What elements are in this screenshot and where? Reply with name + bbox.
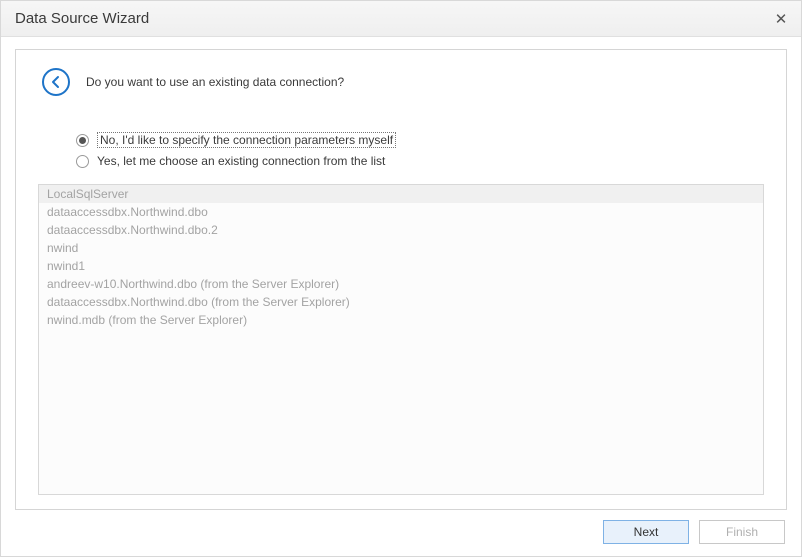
- window-title: Data Source Wizard: [15, 10, 771, 27]
- finish-button: Finish: [699, 520, 785, 544]
- list-item[interactable]: dataaccessdbx.Northwind.dbo (from the Se…: [39, 293, 763, 311]
- button-row: Next Finish: [15, 510, 787, 546]
- radio-option-yes[interactable]: Yes, let me choose an existing connectio…: [76, 154, 764, 168]
- content-area: Do you want to use an existing data conn…: [1, 37, 801, 556]
- list-item[interactable]: dataaccessdbx.Northwind.dbo.2: [39, 221, 763, 239]
- arrow-left-icon: [49, 75, 63, 89]
- connection-list[interactable]: LocalSqlServer dataaccessdbx.Northwind.d…: [38, 184, 764, 495]
- close-icon[interactable]: ✕: [771, 9, 791, 29]
- radio-icon: [76, 134, 89, 147]
- radio-label-no: No, I'd like to specify the connection p…: [97, 132, 396, 148]
- list-item[interactable]: nwind: [39, 239, 763, 257]
- titlebar: Data Source Wizard ✕: [1, 1, 801, 37]
- next-button[interactable]: Next: [603, 520, 689, 544]
- list-item[interactable]: dataaccessdbx.Northwind.dbo: [39, 203, 763, 221]
- wizard-window: Data Source Wizard ✕ Do you want to use …: [0, 0, 802, 557]
- list-item[interactable]: LocalSqlServer: [39, 185, 763, 203]
- radio-label-yes: Yes, let me choose an existing connectio…: [97, 154, 385, 168]
- wizard-question: Do you want to use an existing data conn…: [86, 75, 344, 89]
- radio-icon: [76, 155, 89, 168]
- back-button[interactable]: [42, 68, 70, 96]
- radio-group: No, I'd like to specify the connection p…: [76, 132, 764, 168]
- list-item[interactable]: nwind1: [39, 257, 763, 275]
- wizard-panel: Do you want to use an existing data conn…: [15, 49, 787, 510]
- header-row: Do you want to use an existing data conn…: [38, 64, 764, 118]
- list-item[interactable]: nwind.mdb (from the Server Explorer): [39, 311, 763, 329]
- list-item[interactable]: andreev-w10.Northwind.dbo (from the Serv…: [39, 275, 763, 293]
- radio-option-no[interactable]: No, I'd like to specify the connection p…: [76, 132, 764, 148]
